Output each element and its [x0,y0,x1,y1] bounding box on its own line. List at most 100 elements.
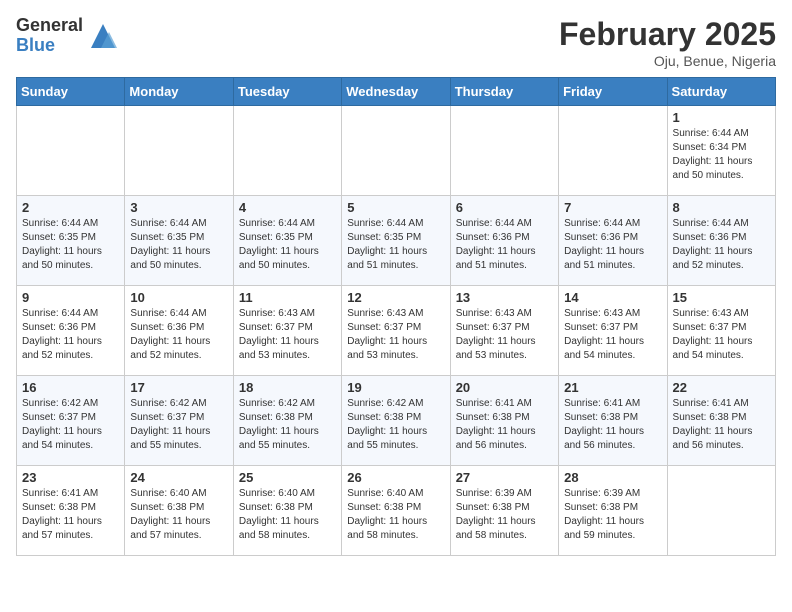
day-info: Sunrise: 6:42 AMSunset: 6:37 PMDaylight:… [22,397,119,453]
day-info: Sunrise: 6:39 AMSunset: 6:38 PMDaylight:… [564,487,661,543]
day-number: 9 [22,290,119,305]
day-info: Sunrise: 6:41 AMSunset: 6:38 PMDaylight:… [456,397,553,453]
day-info: Sunrise: 6:40 AMSunset: 6:38 PMDaylight:… [347,487,444,543]
title-section: February 2025 Oju, Benue, Nigeria [559,16,776,69]
day-info: Sunrise: 6:43 AMSunset: 6:37 PMDaylight:… [456,307,553,363]
calendar-cell: 20 Sunrise: 6:41 AMSunset: 6:38 PMDayligh… [450,376,558,466]
day-info: Sunrise: 6:44 AMSunset: 6:36 PMDaylight:… [564,217,661,273]
calendar-cell: 6 Sunrise: 6:44 AMSunset: 6:36 PMDaylight… [450,196,558,286]
day-info: Sunrise: 6:44 AMSunset: 6:36 PMDaylight:… [673,217,770,273]
day-number: 13 [456,290,553,305]
calendar-cell: 9 Sunrise: 6:44 AMSunset: 6:36 PMDaylight… [17,286,125,376]
day-number: 26 [347,470,444,485]
calendar-week-4: 16 Sunrise: 6:42 AMSunset: 6:37 PMDayligh… [17,376,776,466]
day-number: 6 [456,200,553,215]
day-info: Sunrise: 6:44 AMSunset: 6:35 PMDaylight:… [22,217,119,273]
calendar-cell: 25 Sunrise: 6:40 AMSunset: 6:38 PMDayligh… [233,466,341,556]
day-header-wednesday: Wednesday [342,78,450,106]
day-number: 2 [22,200,119,215]
day-info: Sunrise: 6:43 AMSunset: 6:37 PMDaylight:… [347,307,444,363]
calendar-table: SundayMondayTuesdayWednesdayThursdayFrid… [16,77,776,556]
calendar-cell: 14Sunrise: 6:43 AMSunset: 6:37 PMDayligh… [559,286,667,376]
day-number: 19 [347,380,444,395]
calendar-cell: 12 Sunrise: 6:43 AMSunset: 6:37 PMDayligh… [342,286,450,376]
calendar-cell: 19 Sunrise: 6:42 AMSunset: 6:38 PMDayligh… [342,376,450,466]
month-title: February 2025 [559,16,776,53]
calendar-cell: 22 Sunrise: 6:41 AMSunset: 6:38 PMDayligh… [667,376,775,466]
day-number: 11 [239,290,336,305]
calendar-cell: 26 Sunrise: 6:40 AMSunset: 6:38 PMDayligh… [342,466,450,556]
calendar-cell: 4 Sunrise: 6:44 AMSunset: 6:35 PMDaylight… [233,196,341,286]
day-number: 3 [130,200,227,215]
day-info: Sunrise: 6:44 AMSunset: 6:36 PMDaylight:… [22,307,119,363]
day-number: 12 [347,290,444,305]
calendar-week-3: 9 Sunrise: 6:44 AMSunset: 6:36 PMDaylight… [17,286,776,376]
day-number: 28 [564,470,661,485]
logo: General Blue [16,16,119,56]
calendar-cell: 13 Sunrise: 6:43 AMSunset: 6:37 PMDayligh… [450,286,558,376]
day-number: 10 [130,290,227,305]
calendar-cell: 23 Sunrise: 6:41 AMSunset: 6:38 PMDayligh… [17,466,125,556]
calendar-week-2: 2 Sunrise: 6:44 AMSunset: 6:35 PMDaylight… [17,196,776,286]
calendar-cell [125,106,233,196]
day-info: Sunrise: 6:41 AMSunset: 6:38 PMDaylight:… [22,487,119,543]
day-header-saturday: Saturday [667,78,775,106]
day-number: 24 [130,470,227,485]
day-info: Sunrise: 6:42 AMSunset: 6:37 PMDaylight:… [130,397,227,453]
day-info: Sunrise: 6:41 AMSunset: 6:38 PMDaylight:… [673,397,770,453]
day-info: Sunrise: 6:44 AMSunset: 6:36 PMDaylight:… [456,217,553,273]
calendar-cell: 8 Sunrise: 6:44 AMSunset: 6:36 PMDaylight… [667,196,775,286]
location-text: Oju, Benue, Nigeria [559,53,776,69]
day-number: 16 [22,380,119,395]
calendar-cell: 1Sunrise: 6:44 AMSunset: 6:34 PMDaylight… [667,106,775,196]
logo-icon [87,20,119,52]
day-number: 27 [456,470,553,485]
day-number: 20 [456,380,553,395]
day-info: Sunrise: 6:43 AMSunset: 6:37 PMDaylight:… [239,307,336,363]
day-number: 25 [239,470,336,485]
calendar-week-1: 1Sunrise: 6:44 AMSunset: 6:34 PMDaylight… [17,106,776,196]
day-header-tuesday: Tuesday [233,78,341,106]
calendar-cell: 27 Sunrise: 6:39 AMSunset: 6:38 PMDayligh… [450,466,558,556]
calendar-cell: 2 Sunrise: 6:44 AMSunset: 6:35 PMDaylight… [17,196,125,286]
day-number: 7 [564,200,661,215]
day-number: 22 [673,380,770,395]
day-header-monday: Monday [125,78,233,106]
calendar-cell: 16 Sunrise: 6:42 AMSunset: 6:37 PMDayligh… [17,376,125,466]
calendar-cell [233,106,341,196]
calendar-cell: 3 Sunrise: 6:44 AMSunset: 6:35 PMDaylight… [125,196,233,286]
calendar-cell: 21Sunrise: 6:41 AMSunset: 6:38 PMDayligh… [559,376,667,466]
calendar-cell: 24 Sunrise: 6:40 AMSunset: 6:38 PMDayligh… [125,466,233,556]
day-number: 8 [673,200,770,215]
day-number: 23 [22,470,119,485]
day-header-sunday: Sunday [17,78,125,106]
day-info: Sunrise: 6:44 AMSunset: 6:36 PMDaylight:… [130,307,227,363]
calendar-cell: 5 Sunrise: 6:44 AMSunset: 6:35 PMDaylight… [342,196,450,286]
day-number: 5 [347,200,444,215]
day-info: Sunrise: 6:40 AMSunset: 6:38 PMDaylight:… [130,487,227,543]
day-header-friday: Friday [559,78,667,106]
calendar-cell: 18 Sunrise: 6:42 AMSunset: 6:38 PMDayligh… [233,376,341,466]
day-number: 18 [239,380,336,395]
day-info: Sunrise: 6:41 AMSunset: 6:38 PMDaylight:… [564,397,661,453]
calendar-cell: 15Sunrise: 6:43 AMSunset: 6:37 PMDayligh… [667,286,775,376]
calendar-cell: 17 Sunrise: 6:42 AMSunset: 6:37 PMDayligh… [125,376,233,466]
day-info: Sunrise: 6:42 AMSunset: 6:38 PMDaylight:… [239,397,336,453]
day-info: Sunrise: 6:39 AMSunset: 6:38 PMDaylight:… [456,487,553,543]
day-info: Sunrise: 6:44 AMSunset: 6:35 PMDaylight:… [347,217,444,273]
day-number: 4 [239,200,336,215]
day-number: 14 [564,290,661,305]
day-number: 17 [130,380,227,395]
day-info: Sunrise: 6:44 AMSunset: 6:35 PMDaylight:… [130,217,227,273]
calendar-cell: 10 Sunrise: 6:44 AMSunset: 6:36 PMDayligh… [125,286,233,376]
page-header: General Blue February 2025 Oju, Benue, N… [16,16,776,69]
day-info: Sunrise: 6:42 AMSunset: 6:38 PMDaylight:… [347,397,444,453]
calendar-cell [342,106,450,196]
day-info: Sunrise: 6:40 AMSunset: 6:38 PMDaylight:… [239,487,336,543]
calendar-cell: 11 Sunrise: 6:43 AMSunset: 6:37 PMDayligh… [233,286,341,376]
calendar-cell [667,466,775,556]
logo-general-text: General [16,16,83,36]
day-info: Sunrise: 6:44 AMSunset: 6:35 PMDaylight:… [239,217,336,273]
logo-blue-text: Blue [16,36,83,56]
calendar-cell [450,106,558,196]
